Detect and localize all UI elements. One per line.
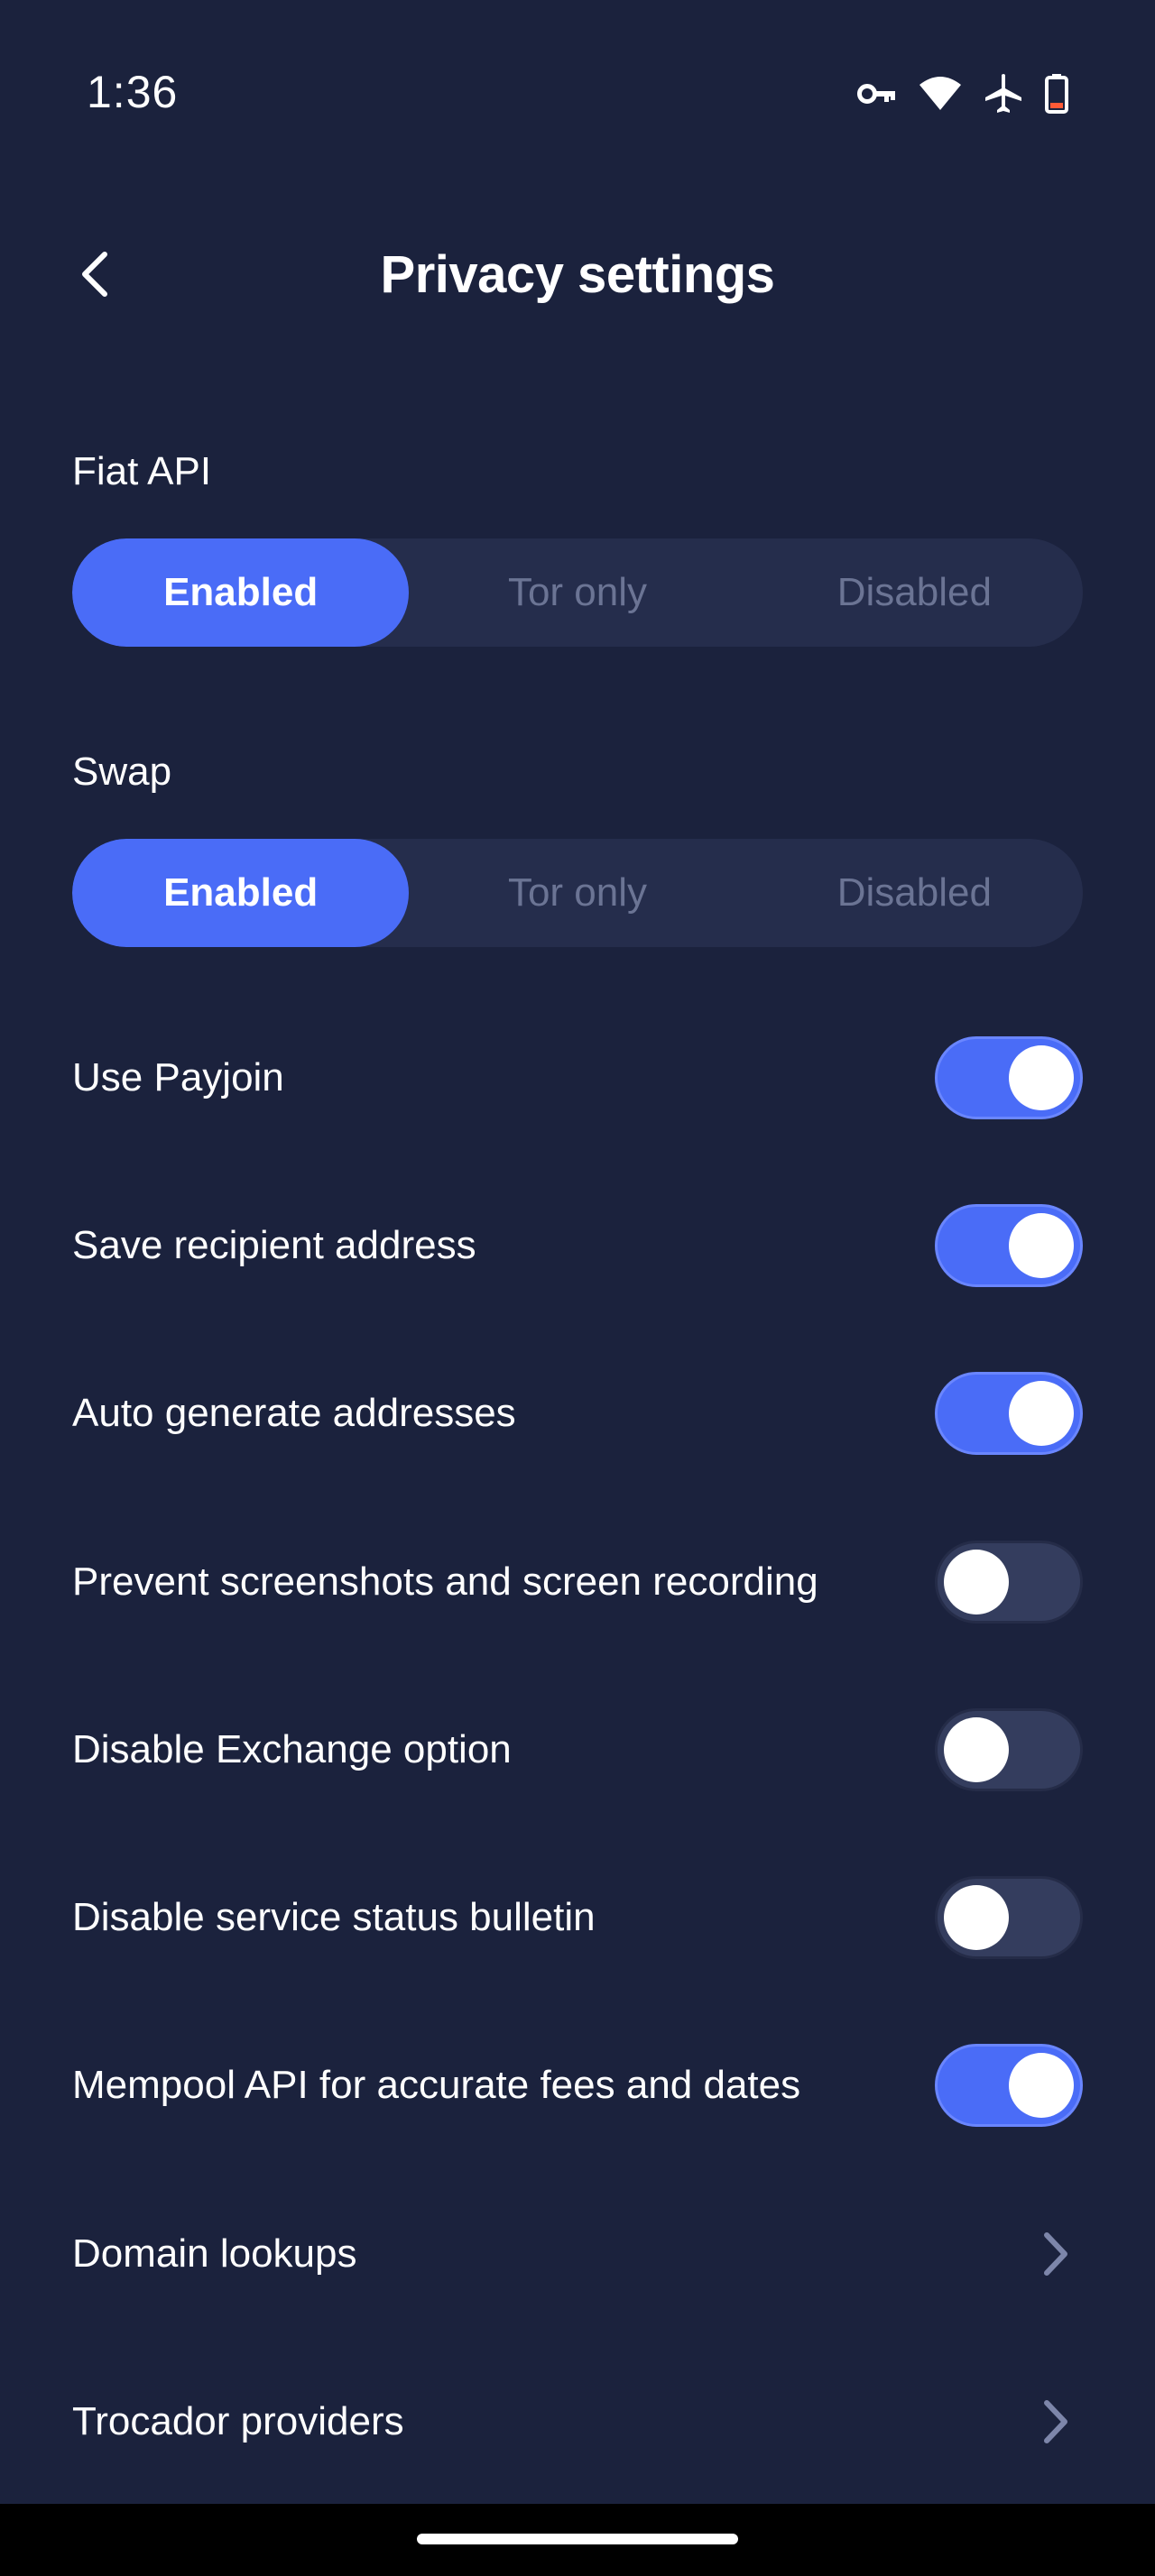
disable-service-status-bulletin-label: Disable service status bulletin [72, 1895, 596, 1939]
fiat-api-option-disabled[interactable]: Disabled [746, 538, 1083, 647]
chevron-right-icon [1029, 2227, 1083, 2281]
disable-service-status-bulletin-row[interactable]: Disable service status bulletin [72, 1872, 1083, 1963]
status-bar: 1:36 [0, 0, 1155, 189]
use-payjoin-label: Use Payjoin [72, 1055, 284, 1099]
chevron-right-icon [1029, 2395, 1083, 2449]
trocador-providers-row[interactable]: Trocador providers [72, 2377, 1083, 2467]
save-recipient-address-label: Save recipient address [72, 1223, 476, 1267]
status-icons [857, 69, 1068, 119]
back-button[interactable] [58, 238, 134, 314]
toggle-knob [1009, 1381, 1074, 1446]
trocador-providers-label: Trocador providers [72, 2399, 404, 2443]
domain-lookups-row[interactable]: Domain lookups [72, 2209, 1083, 2299]
swap-option-disabled[interactable]: Disabled [746, 839, 1083, 947]
wifi-icon [919, 76, 962, 112]
privacy-settings-screen: 1:36 Privacy settings Fiat API Enabled T… [0, 0, 1155, 2576]
disable-service-status-bulletin-toggle[interactable] [935, 1876, 1083, 1959]
prevent-screenshots-label: Prevent screenshots and screen recording [72, 1559, 818, 1604]
system-navigation-bar [0, 2504, 1155, 2576]
toggle-knob [1009, 1213, 1074, 1278]
battery-low-icon [1045, 74, 1068, 114]
use-payjoin-toggle[interactable] [935, 1036, 1083, 1119]
toggle-knob [944, 1550, 1009, 1615]
mempool-api-label: Mempool API for accurate fees and dates [72, 2063, 801, 2107]
mempool-api-toggle[interactable] [935, 2044, 1083, 2127]
use-payjoin-row[interactable]: Use Payjoin [72, 1033, 1083, 1123]
disable-exchange-option-toggle[interactable] [935, 1708, 1083, 1791]
auto-generate-addresses-toggle[interactable] [935, 1372, 1083, 1455]
app-header: Privacy settings [0, 216, 1155, 334]
swap-segmented-control: Enabled Tor only Disabled [72, 839, 1083, 947]
auto-generate-addresses-row[interactable]: Auto generate addresses [72, 1368, 1083, 1458]
toggle-knob [1009, 2053, 1074, 2118]
swap-option-enabled[interactable]: Enabled [72, 839, 410, 947]
toggle-knob [944, 1717, 1009, 1782]
chevron-left-icon [78, 251, 114, 302]
auto-generate-addresses-label: Auto generate addresses [72, 1391, 516, 1435]
fiat-api-option-tor-only[interactable]: Tor only [409, 538, 745, 647]
toggle-knob [944, 1885, 1009, 1950]
airplane-mode-icon [984, 73, 1023, 115]
page-title: Privacy settings [380, 245, 775, 304]
mempool-api-row[interactable]: Mempool API for accurate fees and dates [72, 2040, 1083, 2130]
prevent-screenshots-toggle[interactable] [935, 1541, 1083, 1624]
save-recipient-address-row[interactable]: Save recipient address [72, 1201, 1083, 1291]
prevent-screenshots-row[interactable]: Prevent screenshots and screen recording [72, 1537, 1083, 1627]
toggle-knob [1009, 1045, 1074, 1110]
status-time: 1:36 [87, 67, 179, 117]
home-indicator[interactable] [417, 2534, 738, 2544]
save-recipient-address-toggle[interactable] [935, 1204, 1083, 1287]
fiat-api-segmented-control: Enabled Tor only Disabled [72, 538, 1083, 647]
vpn-key-icon [857, 80, 897, 107]
disable-exchange-option-row[interactable]: Disable Exchange option [72, 1705, 1083, 1795]
disable-exchange-option-label: Disable Exchange option [72, 1727, 512, 1771]
fiat-api-option-enabled[interactable]: Enabled [72, 538, 410, 647]
swap-option-tor-only[interactable]: Tor only [409, 839, 745, 947]
fiat-api-label: Fiat API [72, 449, 212, 493]
domain-lookups-label: Domain lookups [72, 2231, 357, 2276]
swap-label: Swap [72, 750, 172, 794]
